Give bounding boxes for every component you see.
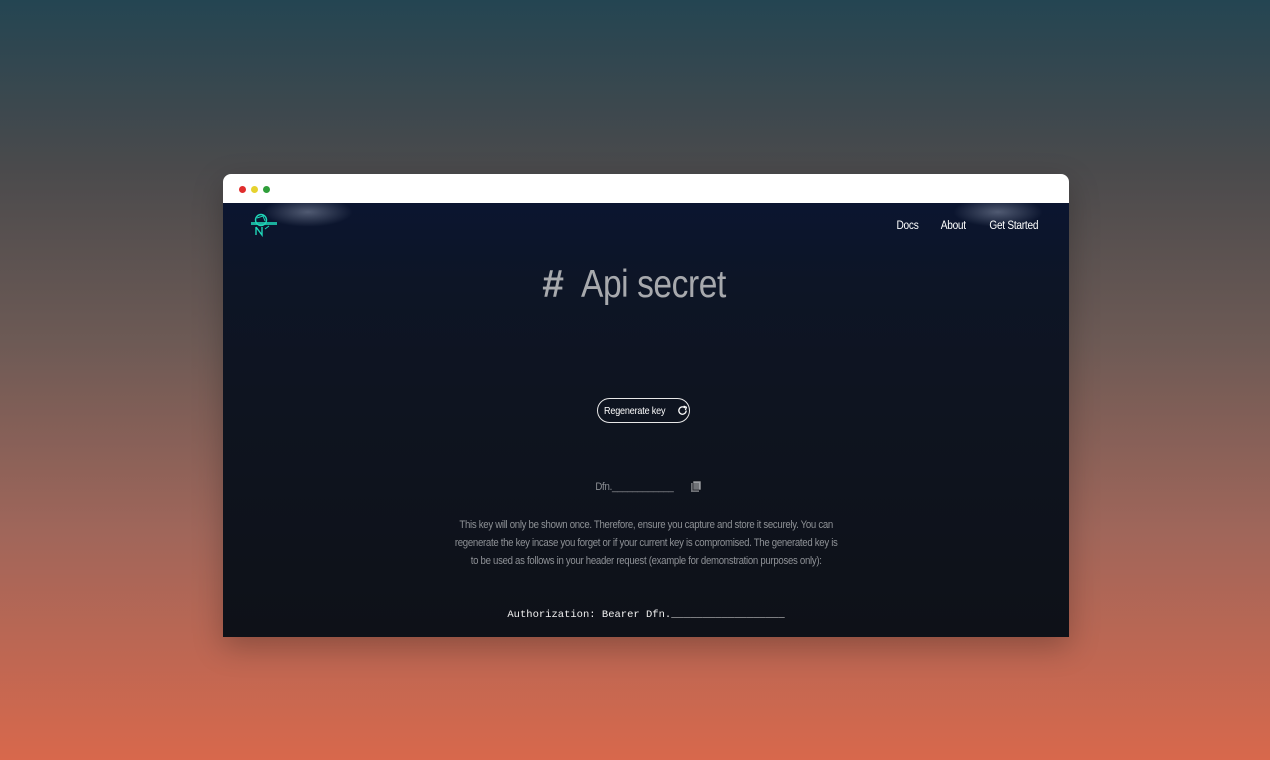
key-description-text: This key will only be shown once. Theref… <box>454 519 838 567</box>
browser-window: Docs About Get Started # Api secret Regen… <box>223 174 1069 637</box>
title-hash: # <box>542 263 564 306</box>
refresh-icon <box>677 405 687 415</box>
robot-logo-icon[interactable] <box>249 212 279 238</box>
window-titlebar <box>223 174 1069 203</box>
maximize-window-button[interactable] <box>263 186 270 193</box>
top-nav: Docs About Get Started <box>895 220 1042 232</box>
page-title-text: Api secret <box>581 263 727 306</box>
nav-about-link[interactable]: About <box>941 220 966 232</box>
api-key-value: Dfn.____________ <box>595 481 674 493</box>
page-viewport: Docs About Get Started # Api secret Regen… <box>223 203 1069 637</box>
nav-docs-link[interactable]: Docs <box>896 220 918 232</box>
close-window-button[interactable] <box>239 186 246 193</box>
copy-icon[interactable] <box>690 480 702 492</box>
minimize-window-button[interactable] <box>251 186 258 193</box>
authorization-example: Authorization: Bearer Dfn.______________… <box>507 609 785 621</box>
api-key-row: Dfn.____________ <box>223 480 1069 493</box>
nav-get-started-link[interactable]: Get Started <box>990 220 1039 232</box>
key-description: This key will only be shown once. Theref… <box>451 517 841 570</box>
page-title: # Api secret <box>223 263 1069 307</box>
regenerate-key-label: Regenerate key <box>604 404 666 417</box>
regenerate-key-button[interactable]: Regenerate key <box>597 398 690 423</box>
